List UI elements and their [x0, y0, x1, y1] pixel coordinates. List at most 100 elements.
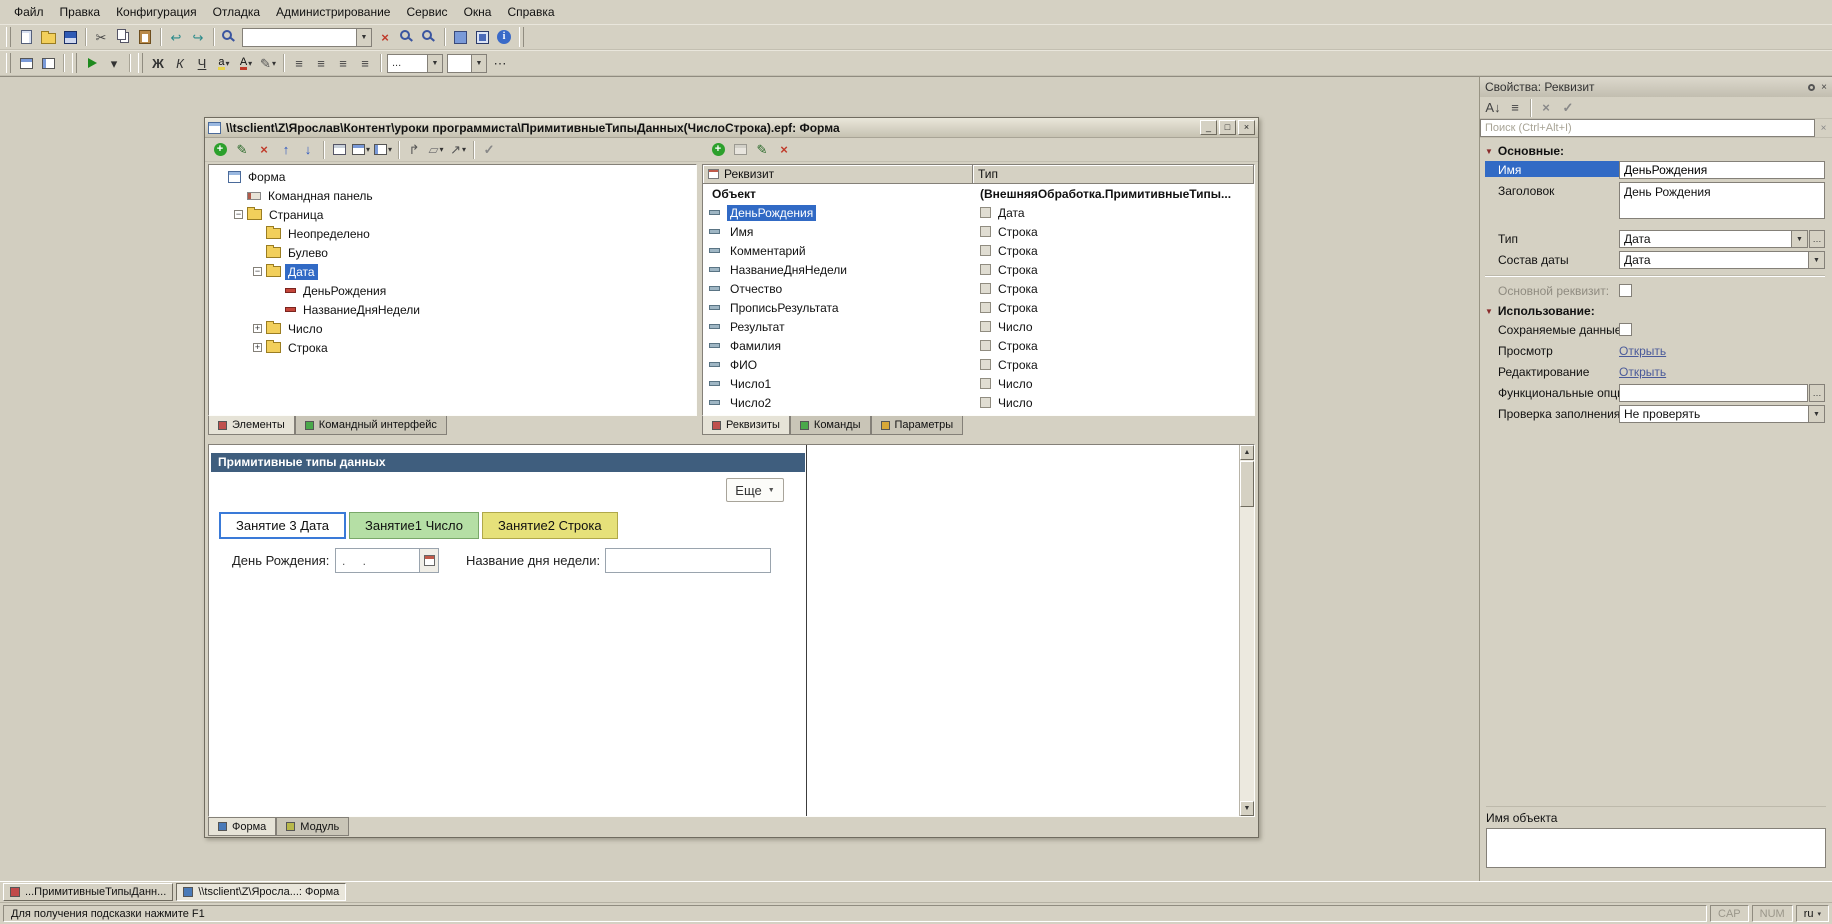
check-form-button[interactable]: ✓: [478, 139, 500, 161]
delete-attribute-button[interactable]: ×: [773, 139, 795, 161]
section-usage[interactable]: ▼ Использование:: [1485, 304, 1825, 318]
find-combo[interactable]: ▼: [242, 28, 372, 47]
add-attribute-button[interactable]: +: [707, 139, 729, 161]
search-input[interactable]: [1480, 119, 1815, 137]
cut-button[interactable]: ✂: [90, 26, 112, 48]
find-button[interactable]: [218, 26, 240, 48]
attributes-tab-2[interactable]: Параметры: [871, 416, 964, 435]
property-label-edit[interactable]: Редактирование: [1485, 363, 1619, 379]
align-right-button[interactable]: ≡: [332, 52, 354, 74]
menu-item-0[interactable]: Файл: [6, 1, 52, 23]
property-label-view[interactable]: Просмотр: [1485, 342, 1619, 358]
view-open-link[interactable]: Открыть: [1619, 342, 1666, 358]
delete-element-button[interactable]: ×: [253, 139, 275, 161]
property-label-type[interactable]: Тип: [1485, 230, 1619, 246]
pin-icon[interactable]: [1808, 84, 1815, 91]
syntax-check-button[interactable]: [449, 26, 471, 48]
more-tools-button[interactable]: ⋯: [489, 52, 511, 74]
debug-options-dropdown[interactable]: ▾: [103, 52, 125, 74]
menu-item-5[interactable]: Сервис: [398, 1, 455, 23]
preview-page-tab-1[interactable]: Занятие1 Число: [349, 512, 479, 539]
preview-page-tab-0[interactable]: Занятие 3 Дата: [219, 512, 346, 539]
property-label-caption[interactable]: Заголовок: [1485, 182, 1619, 198]
toolbar-drag-handle[interactable]: [138, 53, 143, 73]
birthday-date-input[interactable]: . .: [335, 548, 439, 573]
move-down-button[interactable]: ↓: [297, 139, 319, 161]
tree-item-2[interactable]: −Страница: [209, 205, 696, 224]
menu-item-2[interactable]: Конфигурация: [108, 1, 205, 23]
toolbar-drag-handle[interactable]: [519, 27, 524, 47]
form-width-divider[interactable]: [806, 445, 807, 816]
column-header-type[interactable]: Тип: [973, 165, 1254, 184]
attribute-row-1[interactable]: ДеньРожденияДата: [703, 203, 1254, 222]
editor-tab-0[interactable]: Форма: [208, 817, 276, 836]
check-elements-button[interactable]: [328, 139, 350, 161]
find-in-list-button[interactable]: [418, 26, 440, 48]
menu-item-4[interactable]: Администрирование: [268, 1, 398, 23]
tree-item-0[interactable]: Форма: [209, 167, 696, 186]
maximize-button[interactable]: □: [1219, 120, 1236, 135]
property-label-funcopts[interactable]: Функциональные опции: [1485, 384, 1619, 400]
designer-window-titlebar[interactable]: \\tsclient\Z\Ярослав\Контент\уроки прогр…: [205, 118, 1258, 138]
additional-panel-dropdown[interactable]: ▾: [372, 139, 394, 161]
tree-item-6[interactable]: ДеньРождения: [209, 281, 696, 300]
tree-item-7[interactable]: НазваниеДняНедели: [209, 300, 696, 319]
calculator-button[interactable]: [471, 26, 493, 48]
elements-tab-0[interactable]: Элементы: [208, 416, 295, 435]
taskbar-button-1[interactable]: \\tsclient\Z\Яросла...: Форма: [176, 883, 346, 901]
attribute-row-11[interactable]: Число2Число: [703, 393, 1254, 412]
more-button[interactable]: Еще ▼: [726, 478, 784, 502]
funcopts-value[interactable]: [1619, 384, 1808, 402]
start-debugging-button[interactable]: [81, 52, 103, 74]
underline-button[interactable]: Ч: [191, 52, 213, 74]
align-left-button[interactable]: ≡: [288, 52, 310, 74]
menu-item-1[interactable]: Правка: [52, 1, 109, 23]
attribute-row-6[interactable]: ПрописьРезультатаСтрока: [703, 298, 1254, 317]
add-element-button[interactable]: +: [209, 139, 231, 161]
tab-order-button[interactable]: ↱: [403, 139, 425, 161]
bold-button[interactable]: Ж: [147, 52, 169, 74]
saved-data-checkbox[interactable]: [1619, 323, 1632, 336]
pointer-dropdown[interactable]: ↗▾: [447, 139, 469, 161]
tree-expander[interactable]: +: [253, 324, 262, 333]
preview-scrollbar[interactable]: ▲ ▼: [1239, 445, 1254, 816]
mainattr-checkbox[interactable]: [1619, 284, 1632, 297]
section-basics[interactable]: ▼ Основные:: [1485, 144, 1825, 158]
tree-expander[interactable]: −: [253, 267, 262, 276]
attribute-row-7[interactable]: РезультатЧисло: [703, 317, 1254, 336]
elements-tab-1[interactable]: Командный интерфейс: [295, 416, 447, 435]
windows-list-button[interactable]: [37, 52, 59, 74]
attributes-tab-0[interactable]: Реквизиты: [702, 416, 790, 435]
tree-item-9[interactable]: +Строка: [209, 338, 696, 357]
attribute-row-3[interactable]: КомментарийСтрока: [703, 241, 1254, 260]
attribute-row-10[interactable]: Число1Число: [703, 374, 1254, 393]
datepart-dropdown-button[interactable]: ▼: [1809, 251, 1825, 269]
edit-open-link[interactable]: Открыть: [1619, 363, 1666, 379]
tree-item-3[interactable]: Неопределено: [209, 224, 696, 243]
apply-button[interactable]: ✓: [1557, 97, 1579, 119]
clear-search-icon[interactable]: ×: [1815, 119, 1832, 137]
fillcheck-value[interactable]: Не проверять: [1619, 405, 1809, 423]
menu-item-6[interactable]: Окна: [456, 1, 500, 23]
insert-shape-dropdown[interactable]: ▱▾: [425, 139, 447, 161]
attribute-row-9[interactable]: ФИОСтрока: [703, 355, 1254, 374]
tree-item-5[interactable]: −Дата: [209, 262, 696, 281]
close-button[interactable]: ×: [1238, 120, 1255, 135]
taskbar-button-0[interactable]: ...ПримитивныеТипыДанн...: [3, 883, 173, 901]
toolbar-drag-handle[interactable]: [6, 27, 11, 47]
move-up-button[interactable]: ↑: [275, 139, 297, 161]
edit-element-button[interactable]: ✎: [231, 139, 253, 161]
preview-page-tab-2[interactable]: Занятие2 Строка: [482, 512, 618, 539]
scroll-down-button[interactable]: ▼: [1240, 801, 1254, 816]
attribute-row-5[interactable]: ОтчествоСтрока: [703, 279, 1254, 298]
edit-attribute-button[interactable]: ✎: [751, 139, 773, 161]
find-next-button[interactable]: [396, 26, 418, 48]
close-properties-button[interactable]: ×: [1821, 82, 1827, 93]
sort-properties-button[interactable]: A↓: [1482, 97, 1504, 119]
tree-expander[interactable]: −: [234, 210, 243, 219]
new-window-button[interactable]: [15, 52, 37, 74]
minimize-button[interactable]: _: [1200, 120, 1217, 135]
attributes-tab-1[interactable]: Команды: [790, 416, 871, 435]
discard-button[interactable]: ×: [1535, 97, 1557, 119]
calendar-button[interactable]: [419, 549, 438, 572]
